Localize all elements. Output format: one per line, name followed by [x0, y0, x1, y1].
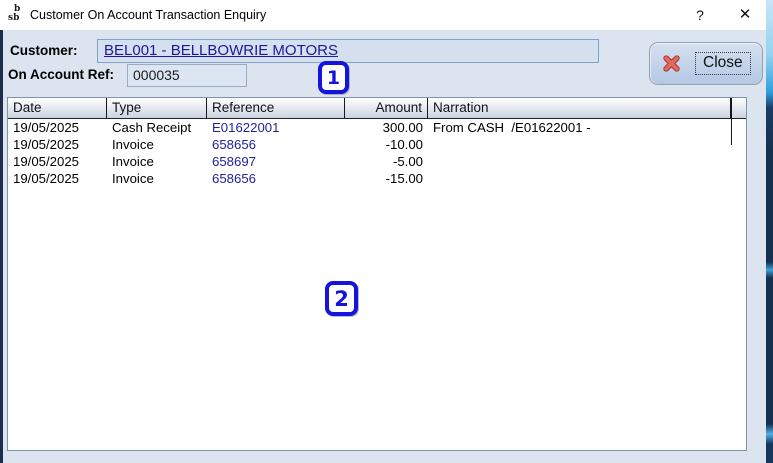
- header-tail-divider: [731, 98, 732, 145]
- titlebar: b sb Customer On Account Transaction Enq…: [0, 0, 773, 30]
- cell-narration: [428, 170, 731, 187]
- transactions-table: Date Type Reference Amount Narration 19/…: [7, 97, 747, 451]
- annotation-2: 2: [325, 281, 358, 316]
- customer-label: Customer:: [10, 43, 78, 58]
- cell-date: 19/05/2025: [13, 171, 80, 186]
- cell-amount: -15.00: [385, 171, 423, 186]
- cell-type: Invoice: [112, 137, 154, 152]
- close-button[interactable]: Close: [649, 42, 763, 85]
- cell-date: 19/05/2025: [13, 154, 80, 169]
- window-left-border: [0, 30, 3, 463]
- cell-narration: [428, 136, 731, 153]
- column-header-reference[interactable]: Reference: [207, 98, 345, 118]
- cell-type: Invoice: [112, 154, 154, 169]
- cell-type: Invoice: [112, 171, 154, 186]
- cell-amount: -5.00: [392, 154, 423, 169]
- cell-narration: From CASH /E01622001 -: [433, 120, 591, 135]
- dialog-window: b sb Customer On Account Transaction Enq…: [0, 0, 773, 463]
- reference-link[interactable]: 658697: [207, 153, 345, 170]
- table-row[interactable]: 19/05/2025 Invoice 658656 -10.00: [8, 136, 746, 153]
- red-x-icon: [663, 55, 680, 72]
- table-row[interactable]: 19/05/2025 Invoice 658656 -15.00: [8, 170, 746, 187]
- table-header-row: Date Type Reference Amount Narration: [8, 98, 746, 119]
- close-button-label: Close: [695, 52, 751, 75]
- window-right-border: [766, 0, 773, 463]
- app-icon-glyph-bottom: sb: [8, 13, 20, 23]
- on-account-ref-label: On Account Ref:: [8, 67, 114, 82]
- column-header-type[interactable]: Type: [107, 98, 207, 118]
- titlebar-close-button[interactable]: ✕: [730, 0, 760, 30]
- cell-date: 19/05/2025: [13, 120, 80, 135]
- window-title: Customer On Account Transaction Enquiry: [30, 8, 267, 22]
- cell-amount: -10.00: [385, 137, 423, 152]
- customer-link-field[interactable]: BEL001 - BELLBOWRIE MOTORS: [97, 39, 599, 63]
- reference-link[interactable]: 658656: [207, 170, 345, 187]
- column-header-amount[interactable]: Amount: [345, 98, 428, 118]
- help-button[interactable]: ?: [685, 0, 715, 30]
- table-row[interactable]: 19/05/2025 Cash Receipt E01622001 300.00…: [8, 119, 746, 136]
- cell-type: Cash Receipt: [112, 120, 192, 135]
- column-header-filler: [731, 98, 746, 118]
- column-header-date[interactable]: Date: [8, 98, 107, 118]
- app-icon: b sb: [7, 5, 25, 24]
- column-header-narration[interactable]: Narration: [428, 98, 731, 118]
- on-account-ref-field[interactable]: 000035: [127, 64, 247, 87]
- reference-link[interactable]: 658656: [207, 136, 345, 153]
- cell-narration: [428, 153, 731, 170]
- annotation-1: 1: [318, 61, 349, 94]
- cell-date: 19/05/2025: [13, 137, 80, 152]
- cell-amount: 300.00: [382, 120, 423, 135]
- table-row[interactable]: 19/05/2025 Invoice 658697 -5.00: [8, 153, 746, 170]
- reference-link[interactable]: E01622001: [207, 119, 345, 136]
